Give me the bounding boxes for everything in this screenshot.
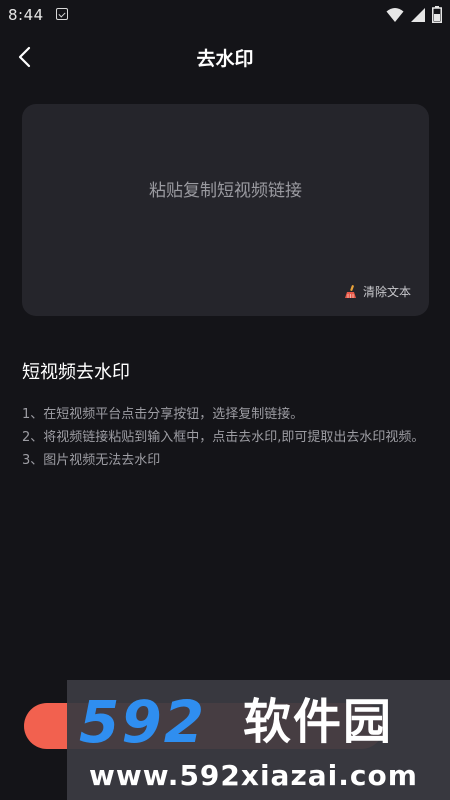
watermark-url: www.592xiazai.com [89,759,418,792]
status-icons [386,6,442,23]
page-title: 去水印 [196,48,254,70]
battery-icon [432,6,442,23]
wifi-icon [386,7,404,22]
header: 去水印 [0,30,450,84]
clear-text-label: 清除文本 [362,285,411,299]
status-bar: 8:44 [0,0,450,30]
instruction-step: 2、将视频链接粘贴到输入框中，点击去水印,即可提取出去水印视频。 [22,430,425,445]
instructions-list: 1、在短视频平台点击分享按钮，选择复制链接。 2、将视频链接粘贴到输入框中，点击… [22,403,432,472]
link-input-area[interactable]: 粘贴复制短视频链接 清除文本 [22,104,429,316]
watermark-logo-text: 软件园 [243,694,394,750]
signal-icon [411,7,425,22]
clear-text-button[interactable]: 清除文本 [344,283,411,300]
site-watermark: 592 软件园 www.592xiazai.com [67,680,450,800]
instruction-step: 1、在短视频平台点击分享按钮，选择复制链接。 [22,407,304,422]
notification-icon [56,8,68,20]
link-input-placeholder: 粘贴复制短视频链接 [149,181,302,201]
screen: 8:44 去水印 粘贴复制短视频链接 清除文本 短视频去水印 1、在短视频平台点… [0,0,450,800]
instructions-title: 短视频去水印 [22,362,130,383]
watermark-logo-number: 592 [79,688,207,756]
status-time: 8:44 [8,6,44,24]
broom-icon [344,284,356,298]
instruction-step: 3、图片视频无法去水印 [22,453,161,468]
